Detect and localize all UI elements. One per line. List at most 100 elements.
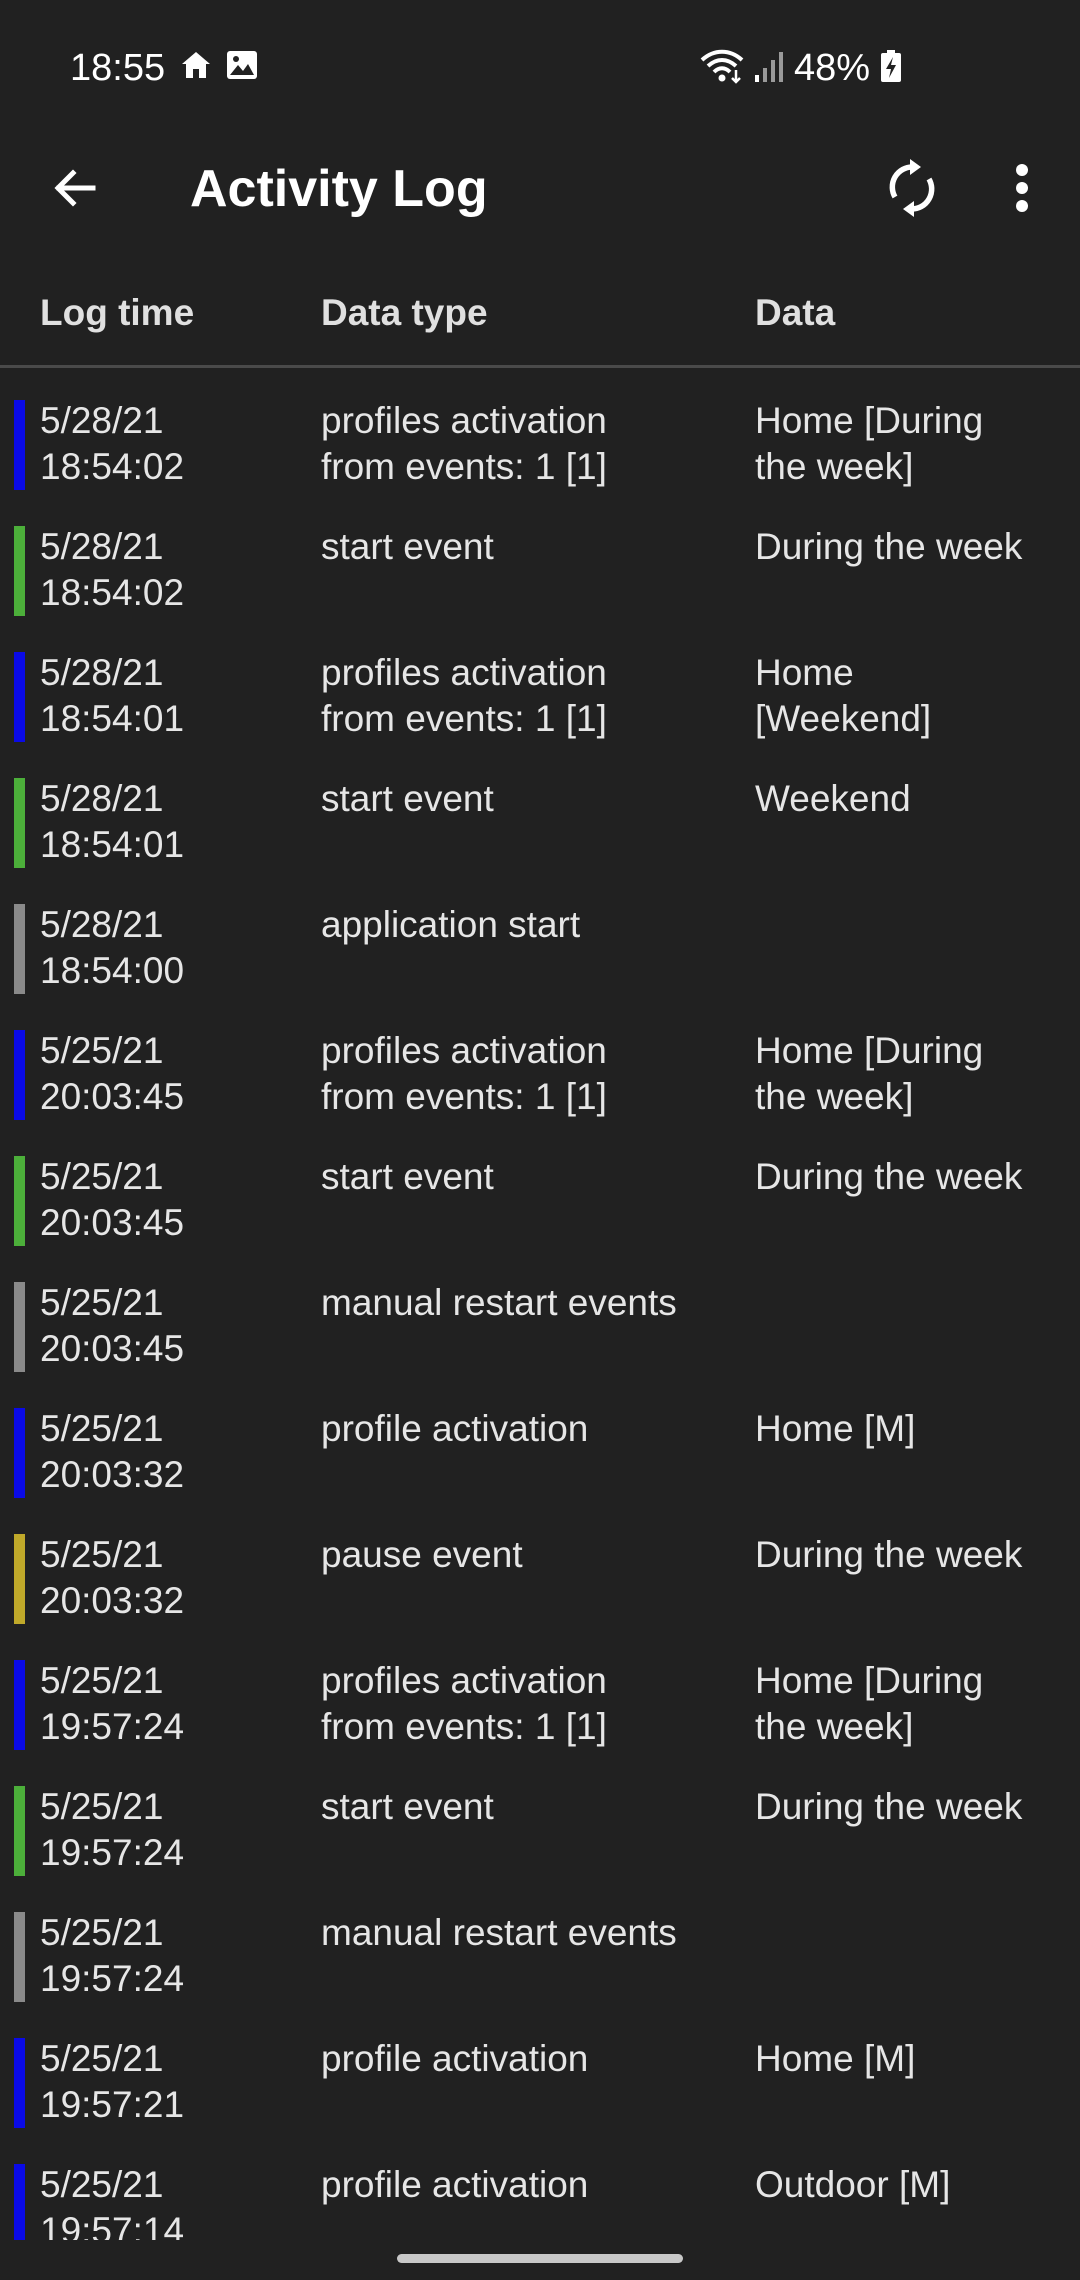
activity-log-screen: 18:55 48% Activity Log Log time Data typ… [0,0,1080,2280]
log-type-color-indicator [14,1408,25,1498]
log-type-color-indicator [14,1156,25,1246]
log-data-cell: Home [During the week] [755,398,1075,490]
log-type-color-indicator [14,1786,25,1876]
log-data-type-cell-line: manual restart events [321,1282,677,1323]
log-data-type-cell: start event [321,524,741,570]
back-arrow-icon [51,164,99,217]
log-row[interactable]: 5/25/21 19:57:24 manual restart events [0,1892,1080,2018]
log-data-cell-line: [Weekend] [755,698,932,739]
log-row[interactable]: 5/25/21 20:03:45 start event During the wee… [0,1136,1080,1262]
log-time-cell: 5/25/21 19:57:24 [40,1910,300,2002]
column-header-data-type: Data type [321,292,488,333]
log-data-type-cell: start event [321,1784,741,1830]
log-data-type-cell-line: manual restart events [321,1912,677,1953]
log-data-type-cell-line: profiles activation [321,1660,607,1701]
log-data-cell-line: Outdoor [M] [755,2164,951,2205]
log-data-type-cell: profiles activation from events: 1 [1] [321,650,741,742]
back-button[interactable] [40,155,110,225]
log-time-cell-line: 18:54:02 [40,572,185,613]
signal-icon [754,49,784,88]
log-time-cell-line: 5/25/21 [40,1534,164,1575]
log-row[interactable]: 5/28/21 18:54:00 application start [0,884,1080,1010]
log-time-cell: 5/28/21 18:54:00 [40,902,300,994]
log-time-cell-line: 5/25/21 [40,1786,164,1827]
log-row[interactable]: 5/25/21 19:57:24 start event During the wee… [0,1766,1080,1892]
status-notification-icons [180,50,258,85]
log-time-cell-line: 18:54:01 [40,698,185,739]
log-time-cell-line: 5/25/21 [40,1408,164,1449]
log-data-type-cell-line: profile activation [321,2164,589,2205]
log-row[interactable]: 5/25/21 20:03:45 manual restart events [0,1262,1080,1388]
log-row[interactable]: 5/25/21 20:03:32 profile activation Home [M… [0,1388,1080,1514]
log-row[interactable]: 5/28/21 18:54:01 profiles activation from e… [0,632,1080,758]
log-data-type-cell-line: from events: 1 [1] [321,1076,607,1117]
log-row[interactable]: 5/28/21 18:54:02 start event During the wee… [0,506,1080,632]
wifi-icon [700,48,744,89]
log-row[interactable]: 5/28/21 18:54:01 start event Weekend [0,758,1080,884]
log-type-color-indicator [14,2164,25,2240]
home-icon [180,50,212,85]
log-type-color-indicator [14,400,25,490]
log-time-cell-line: 5/28/21 [40,778,164,819]
log-time-cell: 5/25/21 19:57:24 [40,1784,300,1876]
log-data-type-cell: profiles activation from events: 1 [1] [321,1658,741,1750]
log-data-cell-line: Home [During [755,400,984,441]
column-header-log-time: Log time [40,292,195,333]
log-row[interactable]: 5/25/21 20:03:45 profiles activation from e… [0,1010,1080,1136]
log-time-cell-line: 5/25/21 [40,2038,164,2079]
log-row[interactable]: 5/25/21 19:57:24 profiles activation from e… [0,1640,1080,1766]
log-type-color-indicator [14,1660,25,1750]
log-time-cell: 5/25/21 19:57:14 [40,2162,300,2240]
log-type-color-indicator [14,1912,25,2002]
log-data-type-cell-line: profiles activation [321,652,607,693]
log-data-type-cell-line: start event [321,1786,494,1827]
log-data-type-cell: profile activation [321,2162,741,2208]
log-row[interactable]: 5/25/21 19:57:21 profile activation Home [M… [0,2018,1080,2144]
log-time-cell-line: 20:03:32 [40,1454,185,1495]
more-vert-icon [1014,163,1030,217]
log-time-cell-line: 18:54:02 [40,446,185,487]
log-type-color-indicator [14,1030,25,1120]
gesture-navigation-bar[interactable] [397,2254,683,2263]
log-data-type-cell-line: start event [321,778,494,819]
log-time-cell-line: 19:57:21 [40,2084,185,2125]
log-data-cell-line: Home [M] [755,1408,916,1449]
more-options-button[interactable] [990,153,1054,227]
log-time-cell-line: 20:03:45 [40,1328,185,1369]
log-data-cell-line: Home [M] [755,2038,916,2079]
log-data-type-cell-line: start event [321,1156,494,1197]
log-time-cell-line: 19:57:24 [40,1958,185,1999]
log-data-cell: Home [M] [755,1406,1075,1452]
log-time-cell: 5/25/21 19:57:24 [40,1658,300,1750]
log-time-cell-line: 20:03:45 [40,1202,185,1243]
log-data-cell: During the week [755,1154,1075,1200]
status-system-icons: 48% [700,44,902,92]
log-data-cell-line: the week] [755,446,914,487]
log-data-cell: During the week [755,1532,1075,1578]
log-type-color-indicator [14,778,25,868]
log-row[interactable]: 5/28/21 18:54:02 profiles activation from e… [0,380,1080,506]
log-data-type-cell: pause event [321,1532,741,1578]
log-time-cell-line: 5/25/21 [40,1030,164,1071]
battery-percent: 48% [793,47,870,89]
log-type-color-indicator [14,2038,25,2128]
log-time-cell: 5/25/21 20:03:45 [40,1154,300,1246]
log-time-cell: 5/25/21 20:03:45 [40,1280,300,1372]
log-data-cell-line: Home [During [755,1030,984,1071]
log-time-cell-line: 5/25/21 [40,1282,164,1323]
log-row[interactable]: 5/25/21 20:03:32 pause event During the wee… [0,1514,1080,1640]
log-data-type-cell: profile activation [321,1406,741,1452]
log-row[interactable]: 5/25/21 19:57:14 profile activation Outdoor… [0,2144,1080,2240]
column-header-data: Data [755,292,836,333]
log-time-cell-line: 5/25/21 [40,1660,164,1701]
refresh-icon [886,158,938,222]
activity-log-list[interactable]: 5/28/21 18:54:02 profiles activation from e… [0,380,1080,2240]
log-data-cell-line: the week] [755,1076,914,1117]
app-bar: Activity Log [0,135,1080,235]
log-data-cell: During the week [755,1784,1075,1830]
log-time-cell: 5/28/21 18:54:01 [40,776,300,868]
log-time-cell: 5/25/21 20:03:32 [40,1532,300,1624]
table-header: Log time Data type Data [0,283,1080,368]
refresh-button[interactable] [875,153,949,227]
image-icon [226,50,258,85]
